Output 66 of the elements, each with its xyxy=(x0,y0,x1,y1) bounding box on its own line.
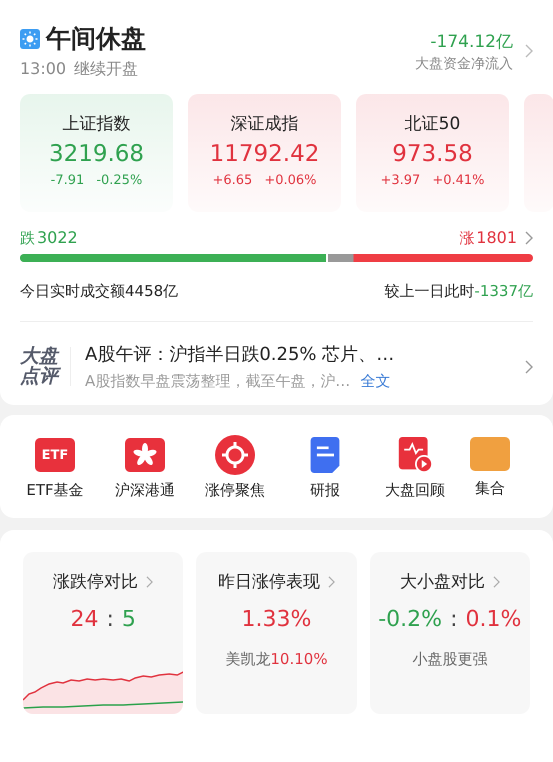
chevron-icon xyxy=(328,576,335,588)
shortcut-label: 大盘回顾 xyxy=(385,481,445,500)
chevron-icon[interactable] xyxy=(525,360,533,374)
index-percent: +0.41% xyxy=(432,173,485,188)
commentary-logo: 大盘 点评 xyxy=(20,346,71,386)
rise-count: 涨 1801 xyxy=(459,228,517,248)
fall-count: 跌 3022 xyxy=(20,228,78,248)
shortcut-label: 沪深港通 xyxy=(115,481,175,500)
stat-title: 涨跌停对比 xyxy=(53,571,138,593)
target-icon xyxy=(215,435,255,475)
shortcut-item[interactable]: 研报 xyxy=(280,437,370,500)
index-name: 北证50 xyxy=(404,113,460,135)
turnover-text: 今日实时成交额4458亿 xyxy=(20,282,178,301)
shortcut-label: 涨停聚焦 xyxy=(205,481,265,500)
index-card[interactable]: 北证50 973.58 +3.97 +0.41% xyxy=(356,94,509,212)
shortcut-label: 研报 xyxy=(310,481,340,500)
index-card[interactable]: 上证指数 3219.68 -7.91 -0.25% xyxy=(20,94,173,212)
stat-title: 昨日涨停表现 xyxy=(218,571,320,593)
stat-card[interactable]: 涨跌停对比 24 : 5 xyxy=(23,552,184,714)
stat-card[interactable]: 大小盘对比 -0.2% : 0.1% 小盘股更强 xyxy=(370,552,530,714)
stat-title: 大小盘对比 xyxy=(400,571,485,593)
index-value: 11792.42 xyxy=(210,141,320,167)
etf-icon: ETF xyxy=(35,438,75,472)
stat-value: 5 xyxy=(122,607,136,632)
ratio-colon: : xyxy=(450,607,458,632)
shortcut-label: 集合 xyxy=(475,479,505,498)
index-value: 973.58 xyxy=(392,141,473,167)
index-card[interactable]: 深证成指 11792.42 +6.65 +0.06% xyxy=(188,94,341,212)
resume-note: 继续开盘 xyxy=(74,59,138,80)
commentary-summary: A股指数早盘震荡整理，截至午盘，沪… xyxy=(85,372,350,391)
index-name: 深证成指 xyxy=(230,113,298,135)
index-percent: -0.25% xyxy=(96,173,142,188)
shortcut-item[interactable]: 涨停聚焦 xyxy=(190,437,280,500)
stat-note: 美凯龙10.10% xyxy=(225,650,328,669)
flower-icon xyxy=(125,437,165,473)
ratio-colon: : xyxy=(106,607,114,632)
index-change: +6.65 xyxy=(212,173,252,188)
index-value: 3219.68 xyxy=(48,141,144,167)
net-inflow-label: 大盘资金净流入 xyxy=(415,54,513,72)
chevron-icon xyxy=(492,576,500,588)
stat-value: 24 xyxy=(70,607,98,632)
stat-value: 0.1% xyxy=(466,607,522,632)
turnover-compare: 较上一日此时-1337亿 xyxy=(384,282,533,301)
stat-value: -0.2% xyxy=(378,607,442,632)
net-inflow-value: -174.12亿 xyxy=(430,30,513,52)
sun-icon xyxy=(20,28,40,48)
shortcut-item[interactable]: 大盘回顾 xyxy=(370,437,460,500)
session-title: 午间休盘 xyxy=(46,23,146,55)
chevron-icon xyxy=(146,576,154,588)
shortcut-item[interactable]: 集合 xyxy=(460,437,520,500)
full-text-link[interactable]: 全文 xyxy=(360,372,390,391)
index-percent: +0.06% xyxy=(264,173,317,188)
app-icon xyxy=(470,437,510,471)
chevron-icon[interactable] xyxy=(525,44,533,58)
stat-note: 小盘股更强 xyxy=(412,650,488,669)
shortcut-item[interactable]: 沪深港通 xyxy=(100,437,190,500)
index-change: +3.97 xyxy=(380,173,420,188)
commentary-headline[interactable]: A股午评：沪指半日跌0.25% 芯片、… xyxy=(85,342,511,366)
stat-value: 1.33% xyxy=(242,607,312,632)
index-change: -7.91 xyxy=(50,173,84,188)
resume-time: 13:00 xyxy=(20,59,66,80)
shortcut-label: ETF基金 xyxy=(26,481,84,500)
chevron-icon[interactable] xyxy=(525,231,533,245)
shortcut-item[interactable]: ETF ETF基金 xyxy=(10,437,100,500)
index-name: 上证指数 xyxy=(62,113,130,135)
stat-card[interactable]: 昨日涨停表现 1.33% 美凯龙10.10% xyxy=(196,552,357,714)
